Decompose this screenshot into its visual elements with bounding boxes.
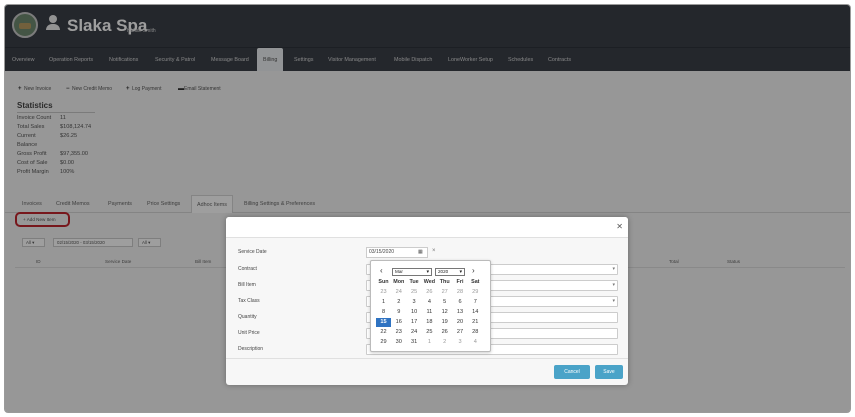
calendar-day[interactable]: 22 <box>376 328 391 337</box>
service-date-label: Service Date <box>238 249 267 255</box>
save-button[interactable]: Save <box>595 365 623 379</box>
calendar-day[interactable]: 14 <box>468 308 483 317</box>
calendar-day[interactable]: 11 <box>422 308 437 317</box>
weekday-header: Sat <box>471 279 480 285</box>
calendar-day[interactable]: 26 <box>437 328 452 337</box>
weekday-header: Mon <box>393 279 405 285</box>
calendar-day[interactable]: 29 <box>468 288 483 297</box>
calendar-day[interactable]: 8 <box>376 308 391 317</box>
calendar-day[interactable]: 28 <box>453 288 468 297</box>
modal-footer: Cancel Save <box>226 358 628 385</box>
calendar-day[interactable]: 24 <box>391 288 406 297</box>
calendar-day[interactable]: 30 <box>391 338 406 347</box>
calendar-day[interactable]: 23 <box>376 288 391 297</box>
calendar-day[interactable]: 29 <box>376 338 391 347</box>
weekday-header: Tue <box>409 279 419 285</box>
calendar-day[interactable]: 24 <box>407 328 422 337</box>
calendar-day[interactable]: 5 <box>437 298 452 307</box>
calendar-day[interactable]: 7 <box>468 298 483 307</box>
calendar-day[interactable]: 16 <box>391 318 406 327</box>
modal-header: ✕ <box>226 217 628 238</box>
calendar-day[interactable]: 3 <box>453 338 468 347</box>
calendar-day[interactable]: 25 <box>422 328 437 337</box>
calendar-day[interactable]: 27 <box>437 288 452 297</box>
chevron-down-icon: ▾ <box>612 282 615 288</box>
calendar-day[interactable]: 10 <box>407 308 422 317</box>
bill-item-label: Bill Item <box>238 282 256 288</box>
calendar-day[interactable]: 28 <box>468 328 483 337</box>
calendar-day[interactable]: 2 <box>437 338 452 347</box>
description-label: Description <box>238 346 264 352</box>
calendar-day[interactable]: 3 <box>407 298 422 307</box>
weekday-header: Wed <box>423 279 436 285</box>
year-value: 2020 <box>438 269 449 274</box>
close-icon[interactable]: ✕ <box>616 222 623 231</box>
tax-class-label: Tax Class <box>238 298 260 304</box>
datepicker-popup: ‹ Mar ▼ 2020 ▼ › Sun Mon Tue Wed Thu Fri Sat 23 24… <box>370 260 491 352</box>
calendar-day[interactable]: 23 <box>391 328 406 337</box>
contract-label: Contract <box>238 266 257 272</box>
calendar-day[interactable]: 9 <box>391 308 406 317</box>
chevron-left-icon[interactable]: ‹ <box>380 266 383 275</box>
chevron-right-icon[interactable]: › <box>472 266 475 275</box>
calendar-day[interactable]: 12 <box>437 308 452 317</box>
month-select[interactable]: Mar ▼ <box>392 268 432 276</box>
calendar-day[interactable]: 27 <box>453 328 468 337</box>
weekday-header: Sun <box>378 279 389 285</box>
calendar-day[interactable]: 25 <box>407 288 422 297</box>
calendar-day[interactable]: 17 <box>407 318 422 327</box>
calendar-day[interactable]: 20 <box>453 318 468 327</box>
calendar-day[interactable]: 13 <box>453 308 468 317</box>
weekday-header: Fri <box>456 279 464 285</box>
month-value: Mar <box>395 269 403 274</box>
calendar-day[interactable]: 2 <box>391 298 406 307</box>
calendar-day[interactable]: 31 <box>407 338 422 347</box>
calendar-day[interactable]: 15 <box>376 318 391 327</box>
calendar-day[interactable]: 6 <box>453 298 468 307</box>
quantity-label: Quantity <box>238 314 257 320</box>
calendar-day[interactable]: 26 <box>422 288 437 297</box>
dropdown-arrow-icon: ▼ <box>458 269 463 274</box>
calendar-day[interactable]: 4 <box>422 298 437 307</box>
weekday-header: Thu <box>439 279 450 285</box>
cancel-button[interactable]: Cancel <box>554 365 590 379</box>
calendar-day[interactable]: 21 <box>468 318 483 327</box>
calendar-icon[interactable]: ▦ <box>418 249 423 255</box>
dropdown-arrow-icon: ▼ <box>425 269 430 274</box>
calendar-day[interactable]: 1 <box>422 338 437 347</box>
calendar-day[interactable]: 18 <box>422 318 437 327</box>
unit-price-label: Unit Price <box>238 330 260 336</box>
calendar-day[interactable]: 4 <box>468 338 483 347</box>
chevron-down-icon: ▾ <box>612 266 615 272</box>
calendar-day[interactable]: 19 <box>437 318 452 327</box>
year-select[interactable]: 2020 ▼ <box>435 268 465 276</box>
clear-icon[interactable]: × <box>432 248 436 254</box>
app-window: Slaka Spa Hakan Smith Overview Operation… <box>4 4 851 413</box>
calendar-day[interactable]: 1 <box>376 298 391 307</box>
chevron-down-icon: ▾ <box>612 298 615 304</box>
